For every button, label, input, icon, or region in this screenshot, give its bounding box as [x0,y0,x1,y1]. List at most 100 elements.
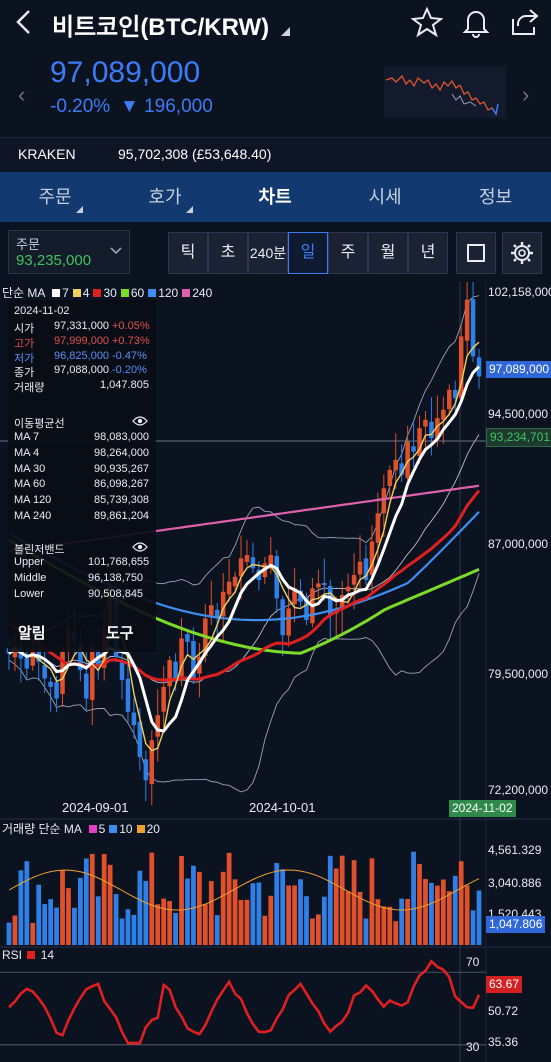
volume-bar [125,909,131,945]
period-tick[interactable]: 틱 [168,232,208,274]
volume-bar [434,885,440,945]
ma-legend-swatch [93,289,102,297]
current-volume-tag: 1,047.806 [486,916,546,933]
volume-legend[interactable]: 거래량 단순 MA 5 10 20 [2,820,160,837]
volume-bar [268,895,274,945]
candle-body [411,446,416,452]
prev-coin-icon[interactable]: ‹ [18,82,25,108]
period-240min[interactable]: 240분 [248,232,288,274]
back-arrow-icon[interactable] [14,8,34,43]
date-axis-label: 2024-09-01 [62,800,129,815]
volume-bar [411,851,416,945]
period-day[interactable]: 일 [288,232,328,274]
ma-row-value: 90,935,267 [94,462,150,475]
gear-icon[interactable] [502,232,542,274]
volume-bar [393,921,399,945]
bell-icon[interactable] [460,6,492,38]
ma-legend-prefix: 단순 MA [2,286,45,300]
volume-bar [226,852,232,945]
volume-bar [214,915,220,945]
current-rsi-tag: 63.67 [486,976,523,993]
ohlc-label: 고가 [14,337,35,350]
tab-orderbook[interactable]: 호가 [110,172,220,222]
candle-body [375,513,381,543]
volume-bar [196,871,202,945]
candle-body [42,665,47,679]
volume-bar [315,914,321,945]
eye-icon[interactable] [132,414,148,432]
ma-legend-item: 240 [192,286,213,300]
tab-order[interactable]: 주문 [0,172,110,222]
chevron-down-icon [110,244,122,258]
ma-legend-item: 4 [82,286,90,300]
ohlc-label: 시가 [14,323,35,335]
volume-bar [72,907,77,945]
volume-legend-swatch [109,825,118,833]
volume-legend-prefix: 거래량 단순 MA [2,822,82,836]
candle-body [423,419,428,427]
rsi-line [8,959,481,1045]
candle-body [429,421,434,439]
crosshair-date-tag: 2024-11-02 [449,800,516,817]
ma-legend-item: 7 [62,286,69,300]
period-week[interactable]: 주 [328,232,368,274]
rsi-axis-label: 70 [466,955,480,969]
tab-chart[interactable]: 차트 [220,172,330,222]
next-coin-icon[interactable]: › [522,82,529,108]
volume-bar [417,863,422,945]
ma-legend[interactable]: 단순 MA 7 4 30 60 120 240 [2,284,212,301]
star-icon[interactable] [410,6,444,38]
rsi-period: 14 [40,948,55,962]
candle-body [90,646,95,701]
volume-bar [137,870,143,945]
volume-legend-item: 10 [119,822,133,836]
share-icon[interactable] [508,6,540,38]
volume-bar [304,896,309,945]
volume-bar [357,891,363,945]
candle-body [447,389,452,410]
candle-body [84,673,89,699]
candle-body [161,686,166,712]
exchange-name: KRAKEN [18,146,76,162]
volume-bar [95,896,101,945]
drawing-tool-button[interactable] [456,232,496,274]
current-price: 97,089,000 [50,56,201,89]
bb-row-label: Middle [14,571,47,584]
tool-button[interactable]: 도구 [106,622,134,643]
volume-bar [387,906,393,945]
candle-body [131,712,137,726]
period-month[interactable]: 월 [368,232,408,274]
bb-row-value: 96,138,750 [88,571,144,584]
tab-info[interactable]: 정보 [440,172,551,222]
rsi-legend[interactable]: RSI 14 [2,948,54,962]
candle-body [125,678,131,712]
volume-bar [446,891,452,945]
mini-chart[interactable] [384,66,506,118]
change-amount: ▼ 196,000 [120,96,213,117]
volume-legend-item: 20 [146,822,160,836]
page-title[interactable]: 비트코인(BTC/KRW) [52,7,269,42]
period-second[interactable]: 초 [208,232,248,274]
volume-bar [286,885,292,945]
volume-bar [429,882,434,945]
candle-body [119,661,125,681]
period-year[interactable]: 년 [408,232,448,274]
candle-body [280,599,285,636]
volume-bar [262,915,268,945]
candle-body [24,657,30,669]
exchange-row [0,137,551,172]
price-axis-label: 94,500,000 [488,407,549,421]
volume-bar [173,913,178,945]
tab-market[interactable]: 시세 [330,172,440,222]
exchange-price: 95,702,308 (£53,648.40) [118,146,272,162]
volume-bar [119,918,125,945]
volume-bar [30,922,36,945]
volume-bar [18,870,24,945]
ma-legend-item: 120 [158,286,179,300]
title-dropdown-icon[interactable] [281,27,290,36]
candle-body [464,299,470,341]
volume-bar [107,864,113,945]
ma-row-label: MA 30 [14,462,46,475]
volume-bar [101,854,107,945]
alarm-button[interactable]: 알림 [18,622,46,643]
